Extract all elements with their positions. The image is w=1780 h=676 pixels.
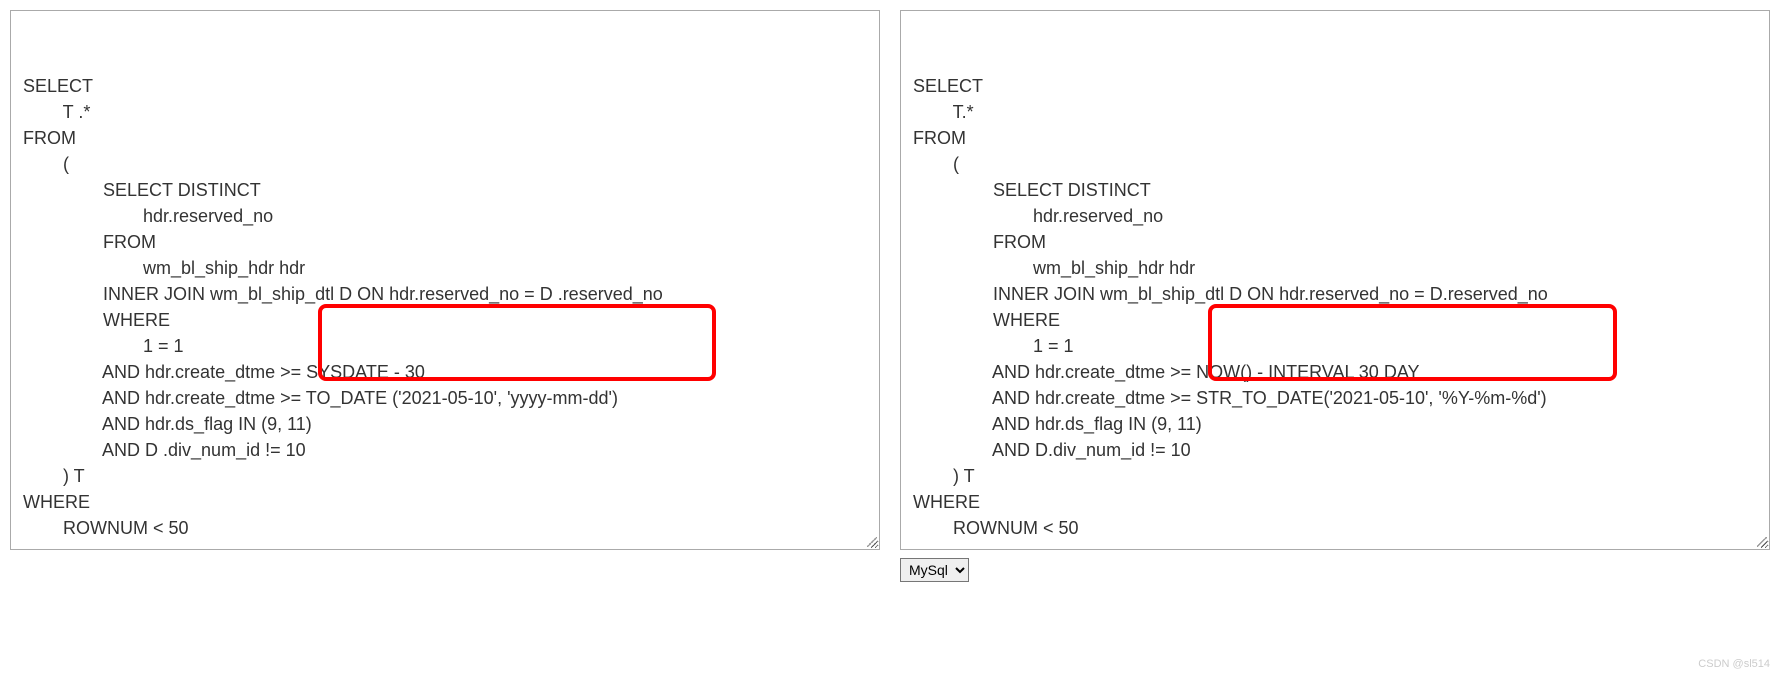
code-line: AND hdr.create_dtme >= SYSDATE - 30 [23,362,425,382]
db-type-select[interactable]: MySql [900,558,969,582]
code-line: AND hdr.create_dtme >= NOW() - INTERVAL … [913,362,1420,382]
code-line: ( [913,154,959,174]
code-line: ( [23,154,69,174]
code-line: SELECT [913,76,983,96]
code-line: FROM [913,232,1046,252]
code-line: T.* [913,102,974,122]
code-line: 1 = 1 [913,336,1074,356]
code-line: AND hdr.create_dtme >= STR_TO_DATE('2021… [913,388,1547,408]
code-line: WHERE [913,310,1060,330]
code-content: SELECT T.* FROM ( SELECT DISTINCT hdr.re… [913,73,1757,541]
code-line: SELECT DISTINCT [913,180,1151,200]
code-line: AND hdr.ds_flag IN (9, 11) [913,414,1202,434]
code-line: AND hdr.ds_flag IN (9, 11) [23,414,312,434]
code-line: SELECT DISTINCT [23,180,261,200]
code-line: ROWNUM < 50 [913,518,1079,538]
code-line: wm_bl_ship_hdr hdr [23,258,305,278]
code-line: WHERE [23,310,170,330]
code-line: wm_bl_ship_hdr hdr [913,258,1195,278]
code-line: INNER JOIN wm_bl_ship_dtl D ON hdr.reser… [23,284,663,304]
code-line: INNER JOIN wm_bl_ship_dtl D ON hdr.reser… [913,284,1548,304]
code-line: SELECT [23,76,93,96]
code-line: hdr.reserved_no [913,206,1163,226]
code-line: WHERE [23,492,90,512]
code-line: FROM [23,128,76,148]
code-content: SELECT T .* FROM ( SELECT DISTINCT hdr.r… [23,73,867,541]
code-line: hdr.reserved_no [23,206,273,226]
code-line: T .* [23,102,90,122]
code-line: WHERE [913,492,980,512]
db-selector-row: MySql [900,558,1770,582]
left-panel: SELECT T .* FROM ( SELECT DISTINCT hdr.r… [10,10,880,582]
code-line: ROWNUM < 50 [23,518,189,538]
code-line: AND D.div_num_id != 10 [913,440,1191,460]
code-line: FROM [913,128,966,148]
watermark: CSDN @sl514 [1698,658,1770,670]
left-code-editor[interactable]: SELECT T .* FROM ( SELECT DISTINCT hdr.r… [10,10,880,550]
code-line: AND hdr.create_dtme >= TO_DATE ('2021-05… [23,388,618,408]
code-line: FROM [23,232,156,252]
code-line: AND D .div_num_id != 10 [23,440,306,460]
code-line: ) T [23,466,85,486]
code-line: ) T [913,466,975,486]
right-panel: SELECT T.* FROM ( SELECT DISTINCT hdr.re… [900,10,1770,582]
right-code-editor[interactable]: SELECT T.* FROM ( SELECT DISTINCT hdr.re… [900,10,1770,550]
code-line: 1 = 1 [23,336,184,356]
